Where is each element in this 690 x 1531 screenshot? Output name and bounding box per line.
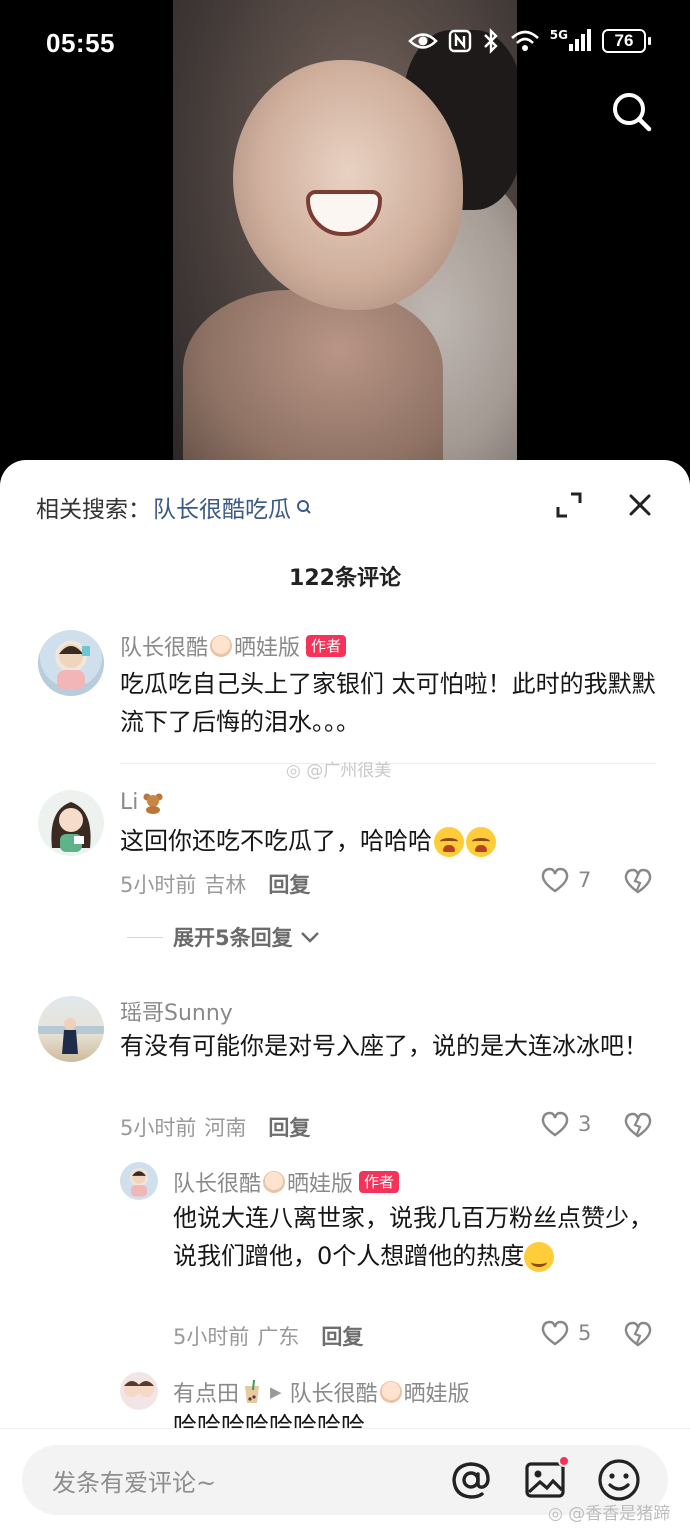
comment-text-content: 这回你还吃不吃瓜了，哈哈哈: [120, 827, 432, 855]
comment-meta: 5小时前 吉林 回复: [120, 869, 310, 899]
watermark-bottom-text: @香香是猪蹄: [568, 1504, 671, 1524]
heart-icon: [541, 1111, 569, 1137]
reply-arrow-icon: ▶: [270, 1383, 282, 1401]
dislike-icon[interactable]: [623, 867, 653, 895]
username-suffix: 晒娃版: [287, 1172, 354, 1197]
related-search-label: 相关搜索：: [36, 497, 151, 523]
comment-username[interactable]: Li: [120, 790, 164, 815]
avatar[interactable]: [38, 790, 104, 856]
expand-line: [127, 936, 163, 938]
hug-emoji-icon: [524, 1242, 555, 1272]
comment-location: 吉林: [204, 873, 247, 897]
dislike-icon[interactable]: [623, 1320, 653, 1348]
comment-time: 5小时前: [120, 873, 197, 897]
comment-username[interactable]: 队长很酷 晒娃版 作者: [120, 630, 347, 662]
author-badge: 作者: [359, 1171, 400, 1193]
nfc-icon: [448, 28, 472, 54]
avatar[interactable]: [38, 630, 104, 696]
notification-dot: [558, 1455, 570, 1467]
search-icon[interactable]: [610, 90, 654, 134]
bubble-tea-emoji-icon: [242, 1379, 262, 1404]
comment-username[interactable]: 瑶哥Sunny: [120, 995, 233, 1027]
reply-username[interactable]: 有点田 ▶ 队长很酷 晒娃版: [173, 1376, 470, 1408]
watermark-bottom: ◎ @香香是猪蹄: [548, 1499, 670, 1524]
related-search[interactable]: 相关搜索： 队长很酷吃瓜: [36, 490, 313, 524]
wifi-icon: [510, 28, 540, 54]
weibo-icon: ◎: [548, 1504, 563, 1524]
comment-input-bar: 发条有爱评论~ ◎ @香香是猪蹄: [0, 1428, 690, 1531]
like-button[interactable]: 3: [540, 1110, 591, 1138]
like-count: 7: [578, 868, 592, 892]
username-suffix: 晒娃版: [234, 636, 301, 661]
comment-input-placeholder: 发条有爱评论~: [52, 1469, 217, 1497]
close-icon[interactable]: [627, 492, 653, 518]
dislike-icon[interactable]: [623, 1111, 653, 1139]
reply-text: 他说大连八离世家，说我几百万粉丝点赞少，说我们蹭他，0个人想蹭他的热度: [173, 1199, 659, 1275]
video-frame[interactable]: [173, 0, 517, 470]
emoji-icon[interactable]: [596, 1457, 642, 1503]
network-label: 5G: [549, 28, 568, 42]
comment-meta: 5小时前 河南 回复: [120, 1112, 310, 1142]
chevron-down-icon: [300, 932, 319, 943]
status-time: 05:55: [46, 28, 115, 58]
username-text: 有点田: [173, 1382, 240, 1407]
reply-to-suffix: 晒娃版: [403, 1382, 470, 1407]
username-text: 队长很酷: [120, 636, 209, 661]
avatar[interactable]: [120, 1372, 158, 1410]
comment-text: 有没有可能你是对号入座了，说的是大连冰冰吧！: [120, 1032, 648, 1060]
username-text: 队长很酷: [173, 1172, 262, 1197]
weibo-icon: ◎: [286, 761, 301, 781]
expand-sheet-icon[interactable]: [556, 492, 582, 518]
battery-icon: 76: [602, 29, 651, 53]
laugh-cry-emoji-icon: [434, 827, 464, 857]
watermark-mid-text: @广州很美: [306, 761, 392, 781]
avatar[interactable]: [38, 996, 104, 1062]
mention-icon[interactable]: [450, 1459, 492, 1501]
like-button[interactable]: 7: [540, 866, 591, 894]
eye-icon: [407, 28, 438, 54]
comment-sheet: 相关搜索： 队长很酷吃瓜 122条评论 队长很酷 晒娃版 作者 吃瓜吃自己头上了…: [0, 460, 690, 1531]
reply-text-content: 他说大连八离世家，说我几百万粉丝点赞少，说我们蹭他，0个人想蹭他的热度: [173, 1204, 653, 1270]
comment-text: 吃瓜吃自己头上了家银们 太可怕啦！此时的我默默流下了后悔的泪水。。。: [120, 670, 656, 736]
comment-text: 这回你还吃不吃瓜了，哈哈哈: [120, 822, 656, 860]
expand-replies-label: 展开5条回复: [173, 926, 293, 950]
laugh-cry-emoji-icon: [466, 827, 496, 857]
video-neck: [183, 290, 443, 470]
video-face: [233, 60, 463, 310]
reply-button[interactable]: 回复: [321, 1321, 363, 1351]
status-bar: 05:55 5G 76: [0, 22, 690, 64]
status-icons: 5G 76: [407, 28, 651, 54]
bear-emoji-icon: [142, 792, 164, 814]
author-badge: 作者: [306, 635, 347, 657]
heart-icon: [541, 867, 569, 893]
baby-emoji-icon: [210, 635, 233, 657]
avatar[interactable]: [120, 1162, 158, 1200]
watermark-mid: ◎ @广州很美: [286, 756, 391, 781]
comment-count-title: 122条评论: [289, 566, 401, 591]
comment-time: 5小时前: [173, 1325, 250, 1349]
reply-button[interactable]: 回复: [268, 1112, 310, 1142]
baby-emoji-icon: [263, 1171, 286, 1193]
bluetooth-icon: [482, 28, 500, 54]
search-small-icon: [297, 500, 311, 514]
username-text: 瑶哥Sunny: [120, 1001, 233, 1026]
username-text: Li: [120, 790, 139, 815]
related-search-link[interactable]: 队长很酷吃瓜: [153, 490, 291, 524]
signal-icon: 5G: [550, 28, 592, 54]
baby-emoji-icon: [379, 1381, 402, 1403]
reply-meta: 5小时前 广东 回复: [173, 1321, 363, 1351]
reply-username[interactable]: 队长很酷 晒娃版 作者: [173, 1166, 400, 1198]
like-count: 3: [578, 1112, 592, 1136]
comment-location: 广东: [257, 1325, 300, 1349]
heart-icon: [541, 1320, 569, 1346]
like-button[interactable]: 5: [540, 1319, 591, 1347]
comment-time: 5小时前: [120, 1116, 197, 1140]
expand-replies-button[interactable]: 展开5条回复: [127, 922, 321, 952]
reply-to-username[interactable]: 队长很酷: [290, 1376, 378, 1408]
comment-location: 河南: [204, 1116, 247, 1140]
reply-button[interactable]: 回复: [268, 869, 310, 899]
like-count: 5: [578, 1321, 592, 1345]
video-area[interactable]: 05:55 5G 76: [0, 0, 690, 480]
